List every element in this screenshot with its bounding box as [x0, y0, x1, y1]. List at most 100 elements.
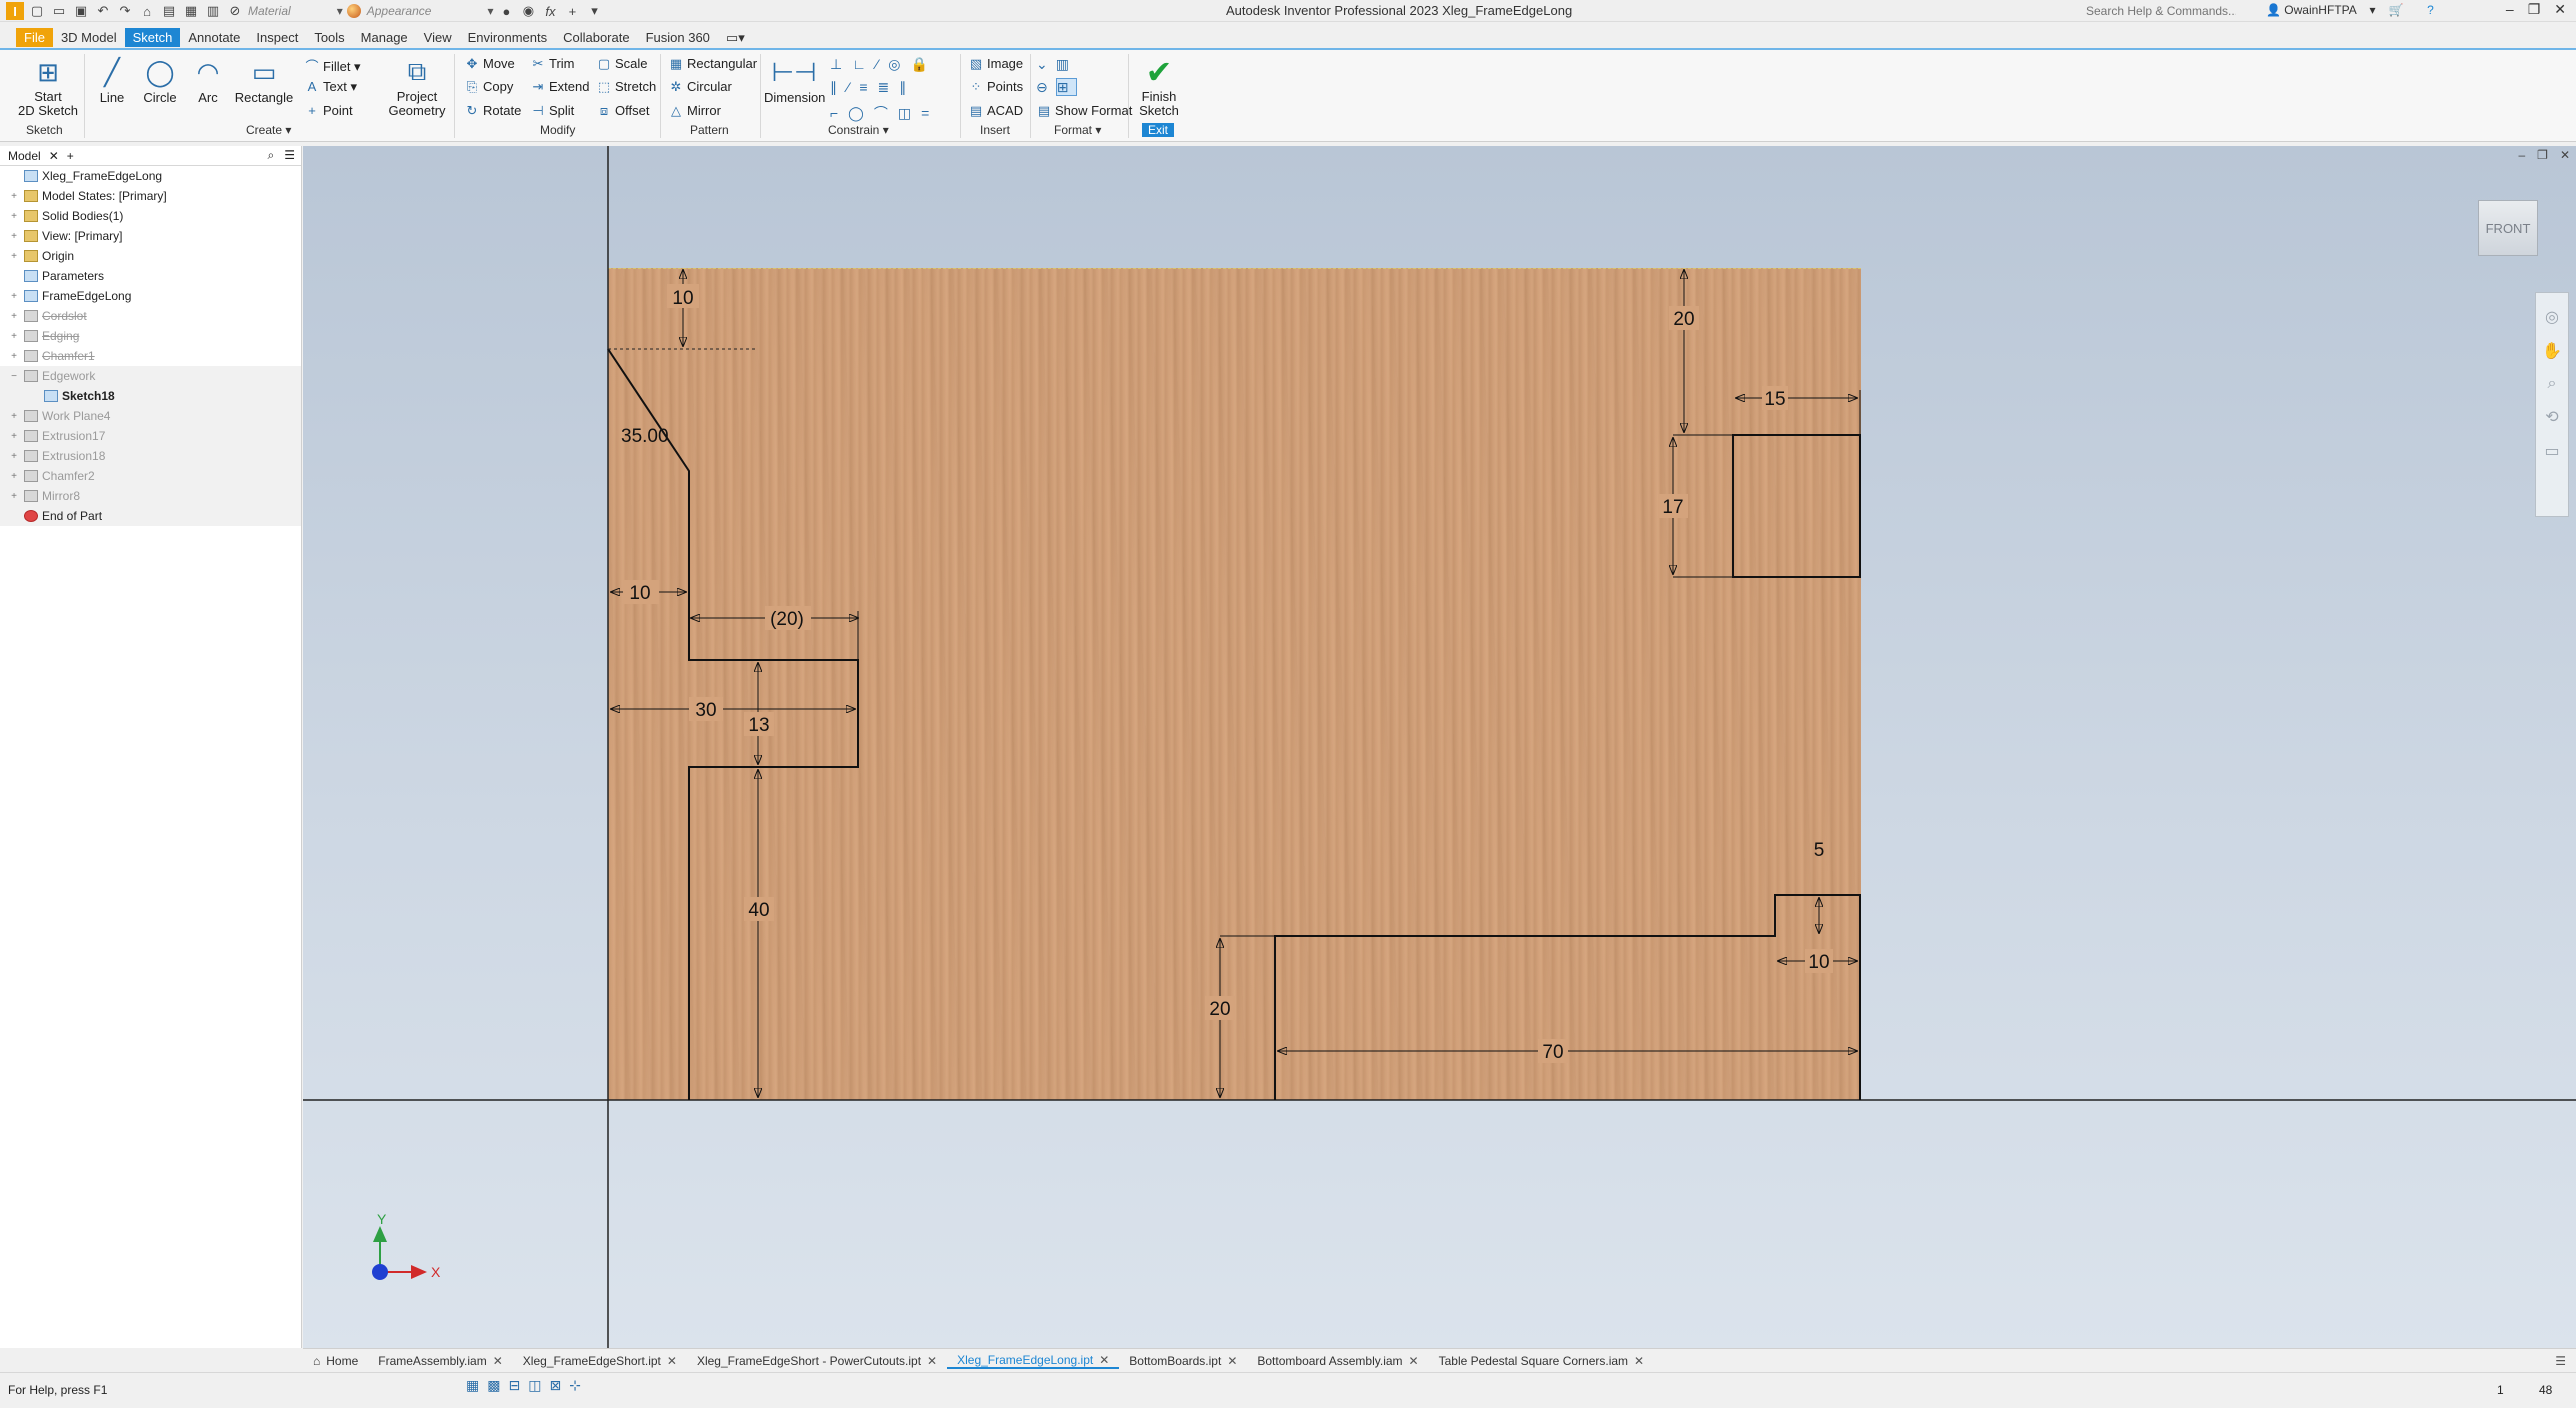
tab-inspect[interactable]: Inspect — [248, 28, 306, 47]
expand-icon[interactable]: + — [8, 431, 20, 442]
sketch-canvas[interactable]: 10 35.00 10 (20) 30 13 40 20 15 17 5 10 … — [303, 146, 2576, 1348]
pan-icon[interactable]: ✋ — [2536, 341, 2568, 361]
tab-environments[interactable]: Environments — [460, 28, 555, 47]
browser-search-icon[interactable]: ⌕ — [268, 148, 275, 163]
tree-item[interactable]: + Work Plane4 — [0, 406, 301, 426]
start-2d-sketch-button[interactable]: ⊞ Start 2D Sketch — [18, 54, 78, 118]
dimension-top-right-20[interactable]: 20 — [1673, 309, 1694, 330]
new-file-icon[interactable]: ▢ — [28, 2, 46, 20]
dimension-left-10[interactable]: 10 — [629, 583, 650, 604]
split-button[interactable]: ⊣ Split — [530, 103, 574, 119]
graphics-viewport[interactable]: – ❐ ✕ 10 35.00 10 (20) 30 13 40 20 15 17… — [303, 146, 2576, 1348]
browser-add-tab-icon[interactable]: + — [67, 149, 74, 163]
format-group-label[interactable]: Format ▾ — [1054, 123, 1101, 137]
tree-item[interactable]: End of Part — [0, 506, 301, 526]
expand-icon[interactable]: + — [8, 311, 20, 322]
text-button[interactable]: A Text ▾ — [304, 79, 357, 95]
rectangle-button[interactable]: ▭ Rectangle — [234, 54, 294, 106]
snap-icon[interactable]: ▩ — [487, 1377, 500, 1394]
dimension-70[interactable]: 70 — [1542, 1042, 1563, 1063]
adjust-appearance-icon[interactable]: ◉ — [519, 2, 537, 20]
tab-3d-model[interactable]: 3D Model — [53, 28, 125, 47]
save-icon[interactable]: ▣ — [72, 2, 90, 20]
tab-sketch[interactable]: Sketch — [124, 28, 181, 47]
orbit-icon[interactable]: ⟲ — [2536, 407, 2568, 427]
dimension-13[interactable]: 13 — [748, 715, 769, 736]
grid-icon[interactable]: ▦ — [466, 1377, 479, 1394]
dimension-button[interactable]: ⊢⊣ Dimension — [764, 54, 825, 106]
stretch-button[interactable]: ⬚ Stretch — [596, 79, 656, 95]
select-icon[interactable]: ▦ — [182, 2, 200, 20]
cart-icon[interactable]: 🛒 — [2389, 3, 2404, 17]
tab-manage[interactable]: Manage — [353, 28, 416, 47]
rotate-button[interactable]: ↻ Rotate — [464, 103, 522, 119]
tree-item[interactable]: + Origin — [0, 246, 301, 266]
document-tab[interactable]: Xleg_FrameEdgeShort - PowerCutouts.ipt ✕ — [687, 1354, 947, 1368]
tab-close-icon[interactable]: ✕ — [1099, 1353, 1109, 1367]
fx-icon[interactable]: fx — [541, 2, 559, 20]
browser-tab-close-icon[interactable]: ✕ — [49, 149, 59, 163]
close-icon[interactable]: ✕ — [2554, 1, 2566, 18]
tree-item[interactable]: + Solid Bodies(1) — [0, 206, 301, 226]
constrain-group-label[interactable]: Constrain ▾ — [828, 123, 889, 137]
constraint-inference-icon[interactable]: ⊟ — [508, 1377, 520, 1394]
tab-close-icon[interactable]: ✕ — [1227, 1354, 1237, 1368]
open-file-icon[interactable]: ▭ — [50, 2, 68, 20]
inventor-logo-icon[interactable]: I — [6, 2, 24, 20]
show-format-button[interactable]: ▤ Show Format — [1036, 103, 1132, 119]
search-input[interactable] — [2076, 1, 2236, 21]
undo-icon[interactable]: ↶ — [94, 2, 112, 20]
add-icon[interactable]: + — [563, 2, 581, 20]
expand-icon[interactable]: + — [8, 351, 20, 362]
rectangular-pattern-button[interactable]: ▦ Rectangular — [668, 56, 757, 72]
fillet-button[interactable]: ⌒ Fillet ▾ — [304, 56, 360, 75]
tab-file[interactable]: File — [16, 28, 53, 47]
constraint-icons-row2[interactable]: ∥⁄≡≣∥ — [830, 79, 916, 96]
steering-wheel-icon[interactable]: ◎ — [2536, 307, 2568, 327]
tree-item[interactable]: + Edging — [0, 326, 301, 346]
bottom-right-profile[interactable] — [1274, 894, 1861, 1100]
point-button[interactable]: + Point — [304, 103, 352, 118]
tree-item[interactable]: + Chamfer1 — [0, 346, 301, 366]
expand-icon[interactable]: + — [8, 211, 20, 222]
document-tab[interactable]: FrameAssembly.iam ✕ — [368, 1354, 513, 1368]
tree-item[interactable]: + Cordslot — [0, 306, 301, 326]
dof-icon[interactable]: ⊠ — [549, 1377, 561, 1394]
document-tab[interactable]: Bottomboard Assembly.iam ✕ — [1247, 1354, 1428, 1368]
browser-tab-model[interactable]: Model — [8, 149, 41, 163]
dimension-15[interactable]: 15 — [1764, 389, 1785, 410]
tree-item[interactable]: + FrameEdgeLong — [0, 286, 301, 306]
tab-close-icon[interactable]: ✕ — [1634, 1354, 1644, 1368]
expand-icon[interactable]: + — [8, 411, 20, 422]
document-tab[interactable]: ⌂ Home — [303, 1354, 368, 1368]
dimension-ref-20[interactable]: (20) — [770, 609, 804, 630]
viewcube[interactable]: FRONT — [2478, 200, 2538, 256]
user-account[interactable]: 👤 OwainHFTPA ▾ 🛒 ? — [2266, 3, 2434, 17]
expand-icon[interactable]: + — [8, 191, 20, 202]
circle-button[interactable]: ◯ Circle — [140, 54, 180, 106]
color-override-icon[interactable]: ⊘ — [226, 2, 244, 20]
tree-item[interactable]: + View: [Primary] — [0, 226, 301, 246]
expand-icon[interactable]: + — [8, 471, 20, 482]
browser-menu-icon[interactable]: ☰ — [284, 148, 295, 163]
dimension-30[interactable]: 30 — [695, 700, 716, 721]
tab-close-icon[interactable]: ✕ — [493, 1354, 503, 1368]
tree-item[interactable]: Sketch18 — [0, 386, 301, 406]
customize-qat-icon[interactable]: ▾ — [585, 2, 603, 20]
measure-icon[interactable]: ▥ — [204, 2, 222, 20]
tab-close-icon[interactable]: ✕ — [667, 1354, 677, 1368]
home-icon[interactable]: ⌂ — [138, 2, 156, 20]
update-icon[interactable]: ▤ — [160, 2, 178, 20]
tree-item[interactable]: + Extrusion18 — [0, 446, 301, 466]
arc-button[interactable]: ◠ Arc — [188, 54, 228, 106]
dimension-40[interactable]: 40 — [748, 900, 769, 921]
document-tab[interactable]: Xleg_FrameEdgeShort.ipt ✕ — [513, 1354, 687, 1368]
document-tab[interactable]: Table Pedestal Square Corners.iam ✕ — [1429, 1354, 1655, 1368]
tab-tools[interactable]: Tools — [306, 28, 352, 47]
expand-icon[interactable]: + — [8, 331, 20, 342]
restore-icon[interactable]: ❐ — [2528, 1, 2541, 18]
tab-fusion-360[interactable]: Fusion 360 — [638, 28, 718, 47]
extend-button[interactable]: ⇥ Extend — [530, 79, 590, 95]
ribbon-options-icon[interactable]: ▭▾ — [718, 28, 753, 48]
expand-icon[interactable]: + — [8, 451, 20, 462]
